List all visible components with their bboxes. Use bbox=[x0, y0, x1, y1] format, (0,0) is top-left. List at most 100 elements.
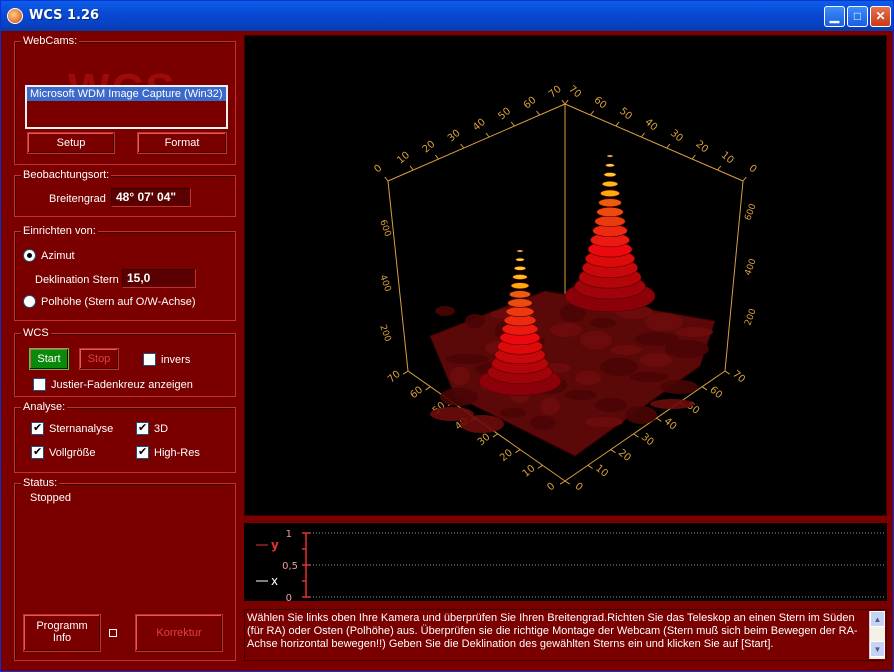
surface-patch bbox=[465, 314, 485, 328]
top-left-axis-tick: 40 bbox=[471, 117, 488, 134]
close-icon: ✕ bbox=[875, 9, 886, 23]
surface-patch bbox=[565, 390, 597, 400]
star-peak-right bbox=[598, 198, 622, 207]
title-bar[interactable]: WCS 1.26 ▁ □ ✕ bbox=[1, 1, 893, 31]
tracking-graph-svg: y x 1 0,5 0 bbox=[256, 529, 884, 604]
top-left-axis-tick: 50 bbox=[496, 106, 513, 123]
surface-patch bbox=[575, 371, 601, 385]
start-button[interactable]: Start bbox=[29, 348, 69, 370]
bottom-left-axis-tick: 30 bbox=[476, 432, 493, 449]
crosshair-label[interactable]: Justier-Fadenkreuz anzeigen bbox=[51, 379, 193, 391]
surface-patch bbox=[450, 367, 470, 385]
bottom-right-axis-tick: 20 bbox=[616, 447, 633, 464]
stop-button[interactable]: Stop bbox=[79, 348, 119, 370]
crosshair-checkbox[interactable] bbox=[33, 378, 46, 391]
surface-patch bbox=[500, 408, 526, 418]
maximize-button[interactable]: □ bbox=[847, 6, 868, 27]
star-peak-right bbox=[605, 163, 615, 168]
close-button[interactable]: ✕ bbox=[870, 6, 891, 27]
surface-patch bbox=[445, 354, 489, 364]
correction-button[interactable]: Korrektur bbox=[135, 614, 223, 652]
declination-field[interactable]: 15,0 bbox=[122, 269, 196, 288]
top-right-axis-tick: 70 bbox=[566, 84, 583, 101]
program-info-line1: Programm bbox=[36, 620, 88, 632]
top-right-axis-tick: 30 bbox=[668, 128, 685, 145]
minimize-icon: ▁ bbox=[829, 9, 840, 23]
bottom-right-axis-tick: 10 bbox=[593, 463, 610, 480]
wcs-group: WCS Start Stop invers Justier-Fadenkreuz… bbox=[14, 327, 236, 397]
analysis-group: Analyse: Sternanalyse 3D Vollgröße High-… bbox=[14, 401, 236, 473]
star-peak-left bbox=[512, 274, 528, 280]
full-size-checkbox[interactable] bbox=[31, 445, 44, 459]
star-peak-right bbox=[594, 215, 626, 227]
surface-patch bbox=[585, 417, 623, 427]
top-left-axis-tick: 30 bbox=[446, 128, 463, 145]
graph-gridlines bbox=[310, 532, 884, 598]
top-left-axis-tick: 20 bbox=[421, 139, 438, 156]
surface-patch bbox=[675, 327, 713, 337]
star-peak-left bbox=[507, 298, 533, 308]
full-size-label[interactable]: Vollgröße bbox=[49, 447, 95, 459]
high-res-label[interactable]: High-Res bbox=[154, 447, 200, 459]
location-group-title: Beobachtungsort: bbox=[21, 169, 112, 181]
bottom-right-axis-tick: 60 bbox=[707, 384, 724, 401]
star-peak-left bbox=[515, 257, 525, 262]
webcam-listbox[interactable]: Microsoft WDM Image Capture (Win32) bbox=[25, 85, 228, 129]
graph-tick-05: 0,5 bbox=[282, 561, 298, 572]
setup-from-group-title: Einrichten von: bbox=[21, 225, 98, 237]
top-right-axis-tick: 0 bbox=[747, 163, 759, 176]
top-right-axis-tick: 60 bbox=[592, 95, 609, 112]
star-analysis-checkbox[interactable] bbox=[31, 421, 44, 435]
polar-label[interactable]: Polhöhe (Stern auf O/W-Achse) bbox=[41, 296, 195, 308]
graph-tick-1: 1 bbox=[286, 529, 292, 540]
invers-checkbox[interactable] bbox=[143, 353, 156, 366]
top-right-axis-tick: 20 bbox=[693, 139, 710, 156]
small-indicator[interactable] bbox=[109, 629, 117, 637]
3d-checkbox[interactable] bbox=[136, 421, 149, 435]
surface-patch bbox=[640, 353, 672, 367]
invers-label[interactable]: invers bbox=[161, 354, 190, 366]
left-vertical-tick: 600 bbox=[377, 219, 392, 239]
latitude-label: Breitengrad bbox=[49, 193, 106, 205]
bottom-left-axis-tick: 70 bbox=[386, 369, 403, 386]
program-info-button[interactable]: Programm Info bbox=[23, 614, 101, 652]
program-info-line2: Info bbox=[52, 632, 72, 644]
surface-patch bbox=[650, 399, 694, 409]
location-group: Beobachtungsort: Breitengrad 48° 07' 04" bbox=[14, 169, 236, 217]
surface-patch bbox=[665, 340, 709, 358]
bottom-right-axis-tick: 70 bbox=[730, 369, 747, 386]
surface-patch bbox=[625, 406, 657, 424]
scroll-up-icon[interactable]: ▲ bbox=[870, 611, 885, 627]
tracking-graph: y x 1 0,5 0 bbox=[244, 523, 887, 604]
top-right-axis-tick: 50 bbox=[617, 106, 634, 123]
status-group: Status: Stopped Programm Info Korrektur bbox=[14, 477, 236, 661]
surface-patch bbox=[595, 398, 627, 412]
bottom-left-axis-tick: 0 bbox=[545, 481, 557, 494]
top-left-axis-tick: 60 bbox=[522, 95, 539, 112]
azimuth-label[interactable]: Azimut bbox=[41, 250, 75, 262]
window-title: WCS 1.26 bbox=[29, 8, 100, 23]
surface-patch bbox=[550, 323, 582, 337]
status-group-title: Status: bbox=[21, 477, 60, 489]
app-window: WCS 1.26 ▁ □ ✕ WebCams: WCS Microsoft WD… bbox=[0, 0, 894, 672]
instructions-text-box[interactable]: Wählen Sie links oben Ihre Kamera und üb… bbox=[244, 609, 887, 661]
3d-label[interactable]: 3D bbox=[154, 423, 168, 435]
format-button[interactable]: Format bbox=[137, 132, 227, 154]
minimize-button[interactable]: ▁ bbox=[824, 6, 845, 27]
top-left-axis-tick: 10 bbox=[395, 150, 412, 167]
webcams-group-title: WebCams: bbox=[21, 35, 80, 47]
webcam-list-item[interactable]: Microsoft WDM Image Capture (Win32) bbox=[27, 87, 226, 101]
app-icon[interactable] bbox=[7, 8, 23, 24]
instructions-scrollbar[interactable]: ▲ ▼ bbox=[869, 611, 885, 659]
azimuth-radio[interactable] bbox=[23, 249, 36, 262]
surface-patch bbox=[645, 313, 683, 331]
surface-patch bbox=[660, 380, 698, 394]
polar-radio[interactable] bbox=[23, 295, 36, 308]
scroll-down-icon[interactable]: ▼ bbox=[870, 641, 885, 657]
high-res-checkbox[interactable] bbox=[136, 445, 149, 459]
surface-patch bbox=[590, 318, 616, 328]
setup-button[interactable]: Setup bbox=[27, 132, 115, 154]
star-analysis-label[interactable]: Sternanalyse bbox=[49, 423, 113, 435]
latitude-field[interactable]: 48° 07' 04" bbox=[111, 188, 191, 207]
surface-patch bbox=[600, 358, 638, 376]
